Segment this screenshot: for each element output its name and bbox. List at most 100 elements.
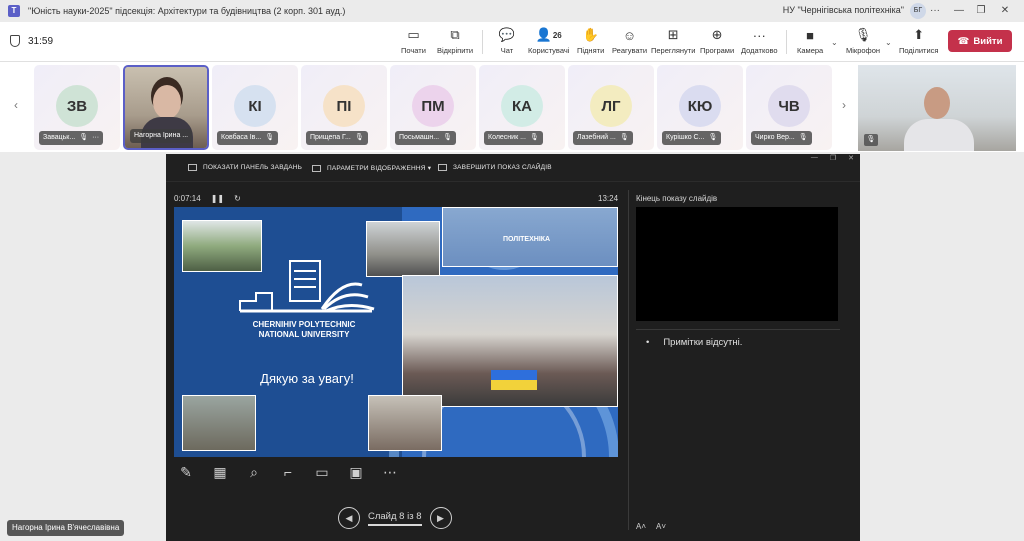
- current-time: 13:24: [598, 194, 619, 203]
- participant-name: Колесник ... 🎙: [484, 131, 543, 145]
- minimize-icon[interactable]: —: [811, 154, 818, 162]
- next-slide-preview[interactable]: [636, 207, 838, 321]
- increase-font-icon[interactable]: A˄: [636, 522, 646, 531]
- participant-tile[interactable]: ПІ Прищепа Г... 🎙: [301, 65, 387, 150]
- black-screen-icon[interactable]: ▭: [312, 462, 332, 482]
- chat-icon: 💬: [498, 27, 516, 42]
- self-video-preview[interactable]: 🎙: [858, 65, 1016, 151]
- start-button[interactable]: ▭ Почати: [401, 26, 426, 55]
- presenter-top-bar: ПОКАЗАТИ ПАНЕЛЬ ЗАВДАНЬ ПАРАМЕТРИ ВІДОБР…: [166, 154, 860, 182]
- more-options-icon[interactable]: ⋯: [380, 462, 400, 482]
- more-button[interactable]: ··· Додатково: [741, 26, 778, 56]
- participant-name: Прищепа Г... 🎙: [306, 131, 368, 145]
- participant-avatar: КІ: [234, 85, 276, 127]
- pane-divider[interactable]: [628, 190, 629, 530]
- view-button[interactable]: ⊞ Переглянути: [651, 26, 695, 55]
- show-taskbar-link[interactable]: ПОКАЗАТИ ПАНЕЛЬ ЗАВДАНЬ: [188, 164, 302, 171]
- camera-button[interactable]: ■ Камера: [797, 26, 823, 56]
- strip-prev-arrow-icon[interactable]: ‹: [14, 98, 18, 112]
- participant-tile[interactable]: ЧВ Чирко Вер... 🎙: [746, 65, 832, 150]
- slide-counter[interactable]: Слайд 8 із 8: [368, 511, 422, 526]
- participant-tile[interactable]: ПМ Посьмашн... 🎙: [390, 65, 476, 150]
- participant-avatar: ЛГ: [590, 85, 632, 127]
- restart-icon[interactable]: ↻: [234, 194, 241, 203]
- participant-name: Чирко Вер... 🎙: [751, 131, 812, 145]
- more-options-icon[interactable]: ···: [928, 4, 942, 18]
- participant-tile[interactable]: ЗВ Завацьк... 🎙 ···: [34, 65, 120, 150]
- participants-strip: ‹ ЗВ Завацьк... 🎙 ··· Нагорна Ірина ... КІ…: [0, 62, 1024, 152]
- organization-name[interactable]: НУ "Чернігівська політехніка": [783, 5, 904, 15]
- display-settings-link[interactable]: ПАРАМЕТРИ ВІДОБРАЖЕННЯ ▾: [312, 164, 431, 172]
- zoom-icon[interactable]: ⌕: [244, 462, 264, 482]
- team-building-photo: [402, 275, 618, 407]
- camera-options-chevron-icon[interactable]: ⌄: [831, 38, 838, 47]
- workshop-photo: [182, 395, 256, 451]
- phone-hangup-icon: ☎: [957, 35, 970, 47]
- share-screen-icon: ⬆: [913, 27, 925, 42]
- camera-icon: ■: [806, 27, 815, 43]
- presenter-tools: ✎ ▦ ⌕ ⌐ ▭ ▣ ⋯: [176, 462, 400, 482]
- presenter-view: ПОКАЗАТИ ПАНЕЛЬ ЗАВДАНЬ ПАРАМЕТРИ ВІДОБР…: [166, 154, 860, 541]
- all-slides-icon[interactable]: ▦: [210, 462, 230, 482]
- pen-icon[interactable]: ✎: [176, 462, 196, 482]
- mic-muted-icon: 🎙: [265, 134, 275, 141]
- bullet-icon: •: [646, 337, 650, 348]
- participant-avatar: ПІ: [323, 85, 365, 127]
- share-screen-button[interactable]: ⬆ Поділитися: [899, 26, 938, 55]
- shield-icon: [10, 35, 20, 47]
- camera-toggle-icon[interactable]: ▣: [346, 462, 366, 482]
- presenter-name-label: Нагорна Ірина В'ячеславівна: [7, 520, 125, 536]
- elapsed-timer: 0:07:14 ❚❚ ↻: [174, 194, 241, 203]
- close-icon[interactable]: ✕: [998, 4, 1012, 18]
- flag-image: [491, 370, 537, 390]
- people-button[interactable]: 👤 26 Користувачі: [528, 26, 569, 55]
- popout-icon: ⧉: [450, 27, 460, 42]
- hand-icon: ✋: [582, 27, 599, 42]
- ellipsis-icon: ···: [752, 27, 766, 43]
- raise-hand-button[interactable]: ✋ Підняти: [577, 26, 604, 55]
- current-slide: ПОЛІТЕХНІКА CHERNIHIV POLYTECHNIC NATION…: [174, 207, 618, 457]
- restore-icon[interactable]: ❐: [830, 154, 836, 162]
- apps-button[interactable]: ⊕ Програми: [700, 26, 734, 55]
- mic-muted-icon: 🎙: [708, 134, 718, 141]
- more-icon[interactable]: ···: [92, 131, 99, 145]
- strip-next-arrow-icon[interactable]: ›: [842, 98, 846, 112]
- toolbar-divider: [786, 30, 787, 54]
- participant-tile[interactable]: КА Колесник ... 🎙: [479, 65, 565, 150]
- grid-view-icon: ⊞: [667, 27, 679, 42]
- participant-tile[interactable]: КЮ Курішко С... 🎙: [657, 65, 743, 150]
- popout-button[interactable]: ⧉ Відкріпити: [437, 26, 473, 55]
- building-sign-photo: ПОЛІТЕХНІКА: [442, 207, 618, 267]
- microphone-button[interactable]: 🎙 Мікрофон: [846, 26, 880, 55]
- next-slide-icon[interactable]: ▶: [429, 507, 452, 529]
- mic-options-chevron-icon[interactable]: ⌄: [885, 38, 892, 47]
- participant-tile-speaker[interactable]: Нагорна Ірина ...: [123, 65, 209, 150]
- mic-muted-icon: 🎙: [354, 134, 364, 141]
- user-avatar[interactable]: БГ: [910, 3, 926, 19]
- participant-avatar: ПМ: [412, 85, 454, 127]
- next-slide-label: Кінець показу слайдів: [636, 194, 718, 203]
- participant-tile[interactable]: ЛГ Лазебний ... 🎙: [568, 65, 654, 150]
- participant-name: Лазебний ... 🎙: [573, 131, 633, 145]
- previous-slide-icon[interactable]: ◀: [338, 507, 360, 529]
- teams-logo-icon: T: [8, 5, 20, 17]
- decrease-font-icon[interactable]: A˅: [656, 522, 666, 531]
- participant-tile[interactable]: КІ Ковбаса Ів... 🎙: [212, 65, 298, 150]
- taskbar-icon: [188, 164, 197, 171]
- participant-name: Нагорна Ірина ...: [130, 129, 193, 143]
- restore-icon[interactable]: ❐: [974, 4, 988, 18]
- close-icon[interactable]: ✕: [848, 154, 854, 162]
- mic-muted-icon: 🎙: [529, 134, 539, 141]
- chat-button[interactable]: 💬 Чат: [498, 26, 516, 55]
- pointer-monitor-icon[interactable]: ⌐: [278, 462, 298, 482]
- meeting-toolbar: 31:59 ▭ Почати ⧉ Відкріпити 💬 Чат 👤 26 Ко…: [0, 22, 1024, 62]
- pause-icon[interactable]: ❚❚: [211, 194, 224, 203]
- leave-button[interactable]: ☎ Вийти: [948, 30, 1012, 52]
- share-tray-icon: ▭: [407, 27, 420, 42]
- participant-name: Ковбаса Ів... 🎙: [217, 131, 279, 145]
- minimize-icon[interactable]: —: [952, 4, 966, 18]
- display-settings-icon: [312, 164, 321, 172]
- end-show-link[interactable]: ЗАВЕРШИТИ ПОКАЗ СЛАЙДІВ: [438, 164, 552, 171]
- react-button[interactable]: ☺ Реагувати: [612, 26, 647, 56]
- mic-muted-icon: 🎙: [619, 134, 629, 141]
